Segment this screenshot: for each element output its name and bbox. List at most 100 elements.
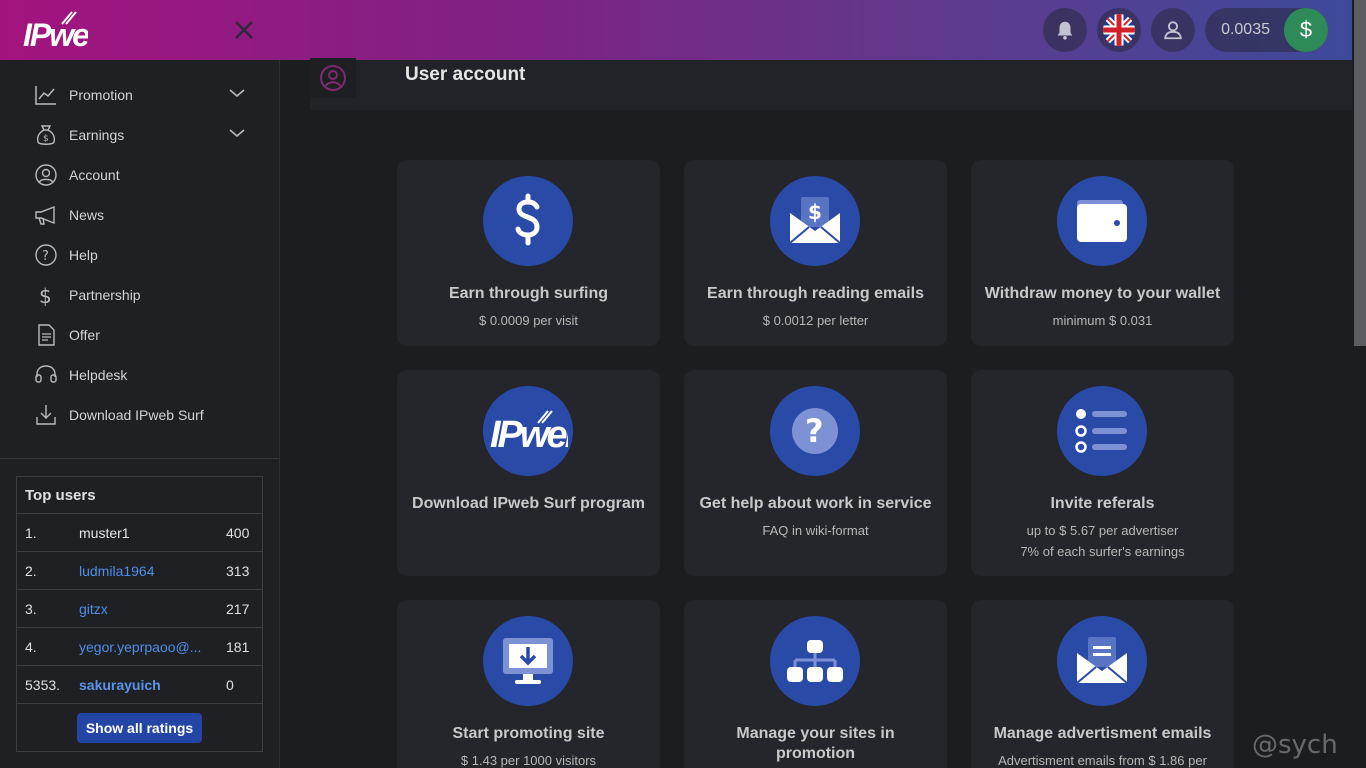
svg-text:IPweb: IPweb [490,414,568,453]
sidebar-item-help[interactable]: ? Help [0,235,279,275]
balance-value: 0.0035 [1221,21,1270,38]
sidebar-item-offer[interactable]: Offer [0,315,279,355]
wallet-icon [1057,176,1147,266]
score: 0 [226,676,234,693]
sidebar-nav: Promotion $ Earnings Account News ? Help… [0,60,279,435]
card-title: Manage your sites in promotion [736,725,895,762]
chevron-down-icon [229,89,245,98]
sidebar-item-label: Helpdesk [69,367,128,383]
card-title: Get help about work in service [699,495,932,512]
language-button[interactable] [1097,8,1142,52]
top-users-panel: Top users 1. muster1 400 2. ludmila1964 … [16,476,263,752]
sidebar-item-label: Promotion [69,87,133,103]
profile-button[interactable] [1151,8,1196,52]
notifications-button[interactable] [1043,8,1088,52]
sidebar-item-promotion[interactable]: Promotion [0,75,279,115]
dollar-sign-icon [483,176,573,266]
rank: 3. [25,600,37,617]
show-all-ratings-button[interactable]: Show all ratings [76,712,203,743]
card-subtitle: minimum $ 0.031 [1052,313,1153,328]
card-subtitle: FAQ in wiki-format [762,523,869,538]
close-icon [235,21,253,39]
card-earn-emails[interactable]: $ Earn through reading emails $ 0.0012 p… [684,160,947,346]
monitor-download-icon [483,616,573,706]
document-icon [34,323,58,347]
sidebar-item-label: Download IPweb Surf [69,407,204,423]
card-subtitle: $ 0.0012 per letter [762,313,869,328]
rank: 4. [25,638,37,655]
top-bar: IPweb [0,0,1352,60]
rank: 5353. [25,676,61,693]
svg-text:$: $ [43,134,49,144]
card-title: Invite referals [1050,495,1155,512]
card-manage-sites[interactable]: Manage your sites in promotion [684,600,947,768]
score: 217 [226,600,250,617]
table-row: 1. muster1 400 [17,514,262,552]
card-get-help[interactable]: ? Get help about work in service FAQ in … [684,370,947,576]
table-row: 5353. sakurayuich 0 [17,666,262,704]
megaphone-icon [34,203,58,227]
sidebar-item-label: Earnings [69,127,125,143]
scrollbar[interactable] [1352,0,1366,768]
sidebar-item-helpdesk[interactable]: Helpdesk [0,355,279,395]
card-title: Earn through surfing [448,285,609,302]
sidebar-item-partnership[interactable]: $ Partnership [0,275,279,315]
user-link[interactable]: ludmila1964 [79,563,218,579]
card-invite-referals[interactable]: Invite referals up to $ 5.67 per adverti… [971,370,1234,576]
user-link[interactable]: gitzx [79,601,218,617]
page-title: User account [405,64,526,85]
dollar-icon: $ [34,283,58,307]
sidebar: Promotion $ Earnings Account News ? Help… [0,60,280,768]
sitemap-icon [770,616,860,706]
download-icon [34,403,58,427]
svg-text:?: ? [805,412,824,450]
sidebar-item-label: Help [69,247,98,263]
card-earn-surfing[interactable]: Earn through surfing $ 0.0009 per visit [397,160,660,346]
card-subtitle: $ 1.43 per 1000 visitors [460,753,597,768]
dollar-icon: $ [1284,8,1328,52]
user-link[interactable]: yegor.yeprpaoo@... [79,639,218,655]
envelope-letter-icon [1057,616,1147,706]
chart-line-icon [34,83,58,107]
sidebar-divider [0,458,279,459]
score: 313 [226,562,250,579]
card-subtitle: Advertisment emails from $ 1.86 per [998,753,1207,768]
table-row: 2. ludmila1964 313 [17,552,262,590]
sidebar-item-label: Account [69,167,120,183]
user-icon [1164,21,1182,40]
card-manage-ad-emails[interactable]: Manage advertisment emails Advertisment … [971,600,1234,768]
table-row: 4. yegor.yeprpaoo@... 181 [17,628,262,666]
logo-text: IPweb [23,17,88,50]
svg-text:?: ? [42,249,49,264]
card-download-surf[interactable]: IPweb Download IPweb Surf program [397,370,660,576]
svg-text:$: $ [808,200,822,224]
user-link[interactable]: sakurayuich [79,677,218,693]
card-subtitle: up to $ 5.67 per advertiser [1026,523,1179,538]
main-content: User account Earn through surfing $ 0.00… [280,58,1352,768]
card-title: Manage advertisment emails [993,725,1212,742]
sidebar-item-earnings[interactable]: $ Earnings [0,115,279,155]
ipweb-logo[interactable]: IPweb [22,10,88,50]
sidebar-item-news[interactable]: News [0,195,279,235]
score: 400 [226,524,250,541]
headset-icon [34,363,58,387]
card-title: Download IPweb Surf program [412,495,645,512]
card-subtitle: $ 0.0009 per visit [478,313,578,328]
sidebar-item-download[interactable]: Download IPweb Surf [0,395,279,435]
watermark: @sych [1252,730,1338,760]
close-menu-button[interactable] [230,16,258,44]
scrollbar-thumb[interactable] [1354,0,1366,346]
balance-button[interactable]: 0.0035 $ [1205,8,1328,52]
question-circle-icon: ? [34,243,58,267]
card-title: Withdraw money to your wallet [984,285,1221,302]
top-users-title: Top users [17,477,262,514]
sidebar-item-account[interactable]: Account [0,155,279,195]
score: 181 [226,638,250,655]
card-start-promoting[interactable]: Start promoting site $ 1.43 per 1000 vis… [397,600,660,768]
user-avatar-icon [310,58,356,98]
sidebar-item-label: News [69,207,105,223]
card-withdraw[interactable]: Withdraw money to your wallet minimum $ … [971,160,1234,346]
list-icon [1057,386,1147,476]
card-title: Earn through reading emails [707,285,924,302]
user-circle-icon [34,163,58,187]
